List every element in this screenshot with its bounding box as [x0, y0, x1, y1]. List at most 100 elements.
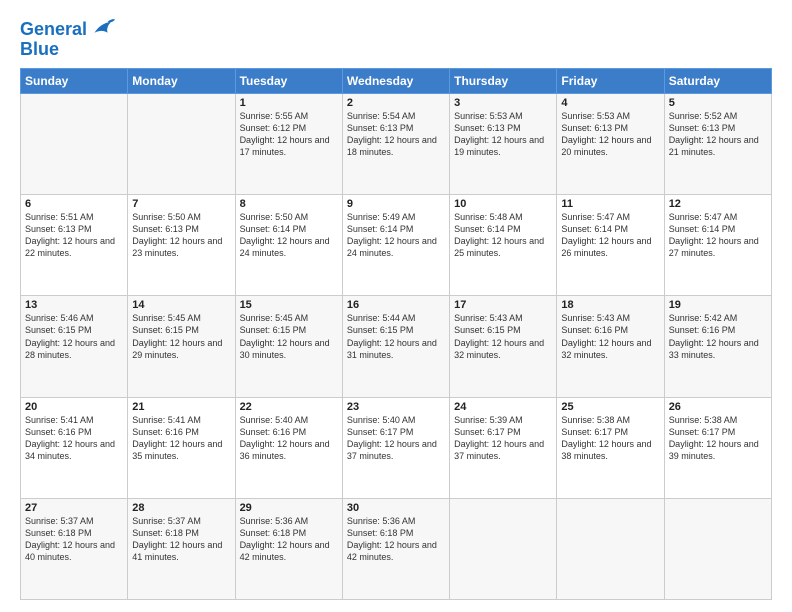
day-cell: 25Sunrise: 5:38 AM Sunset: 6:17 PM Dayli… — [557, 397, 664, 498]
day-cell: 17Sunrise: 5:43 AM Sunset: 6:15 PM Dayli… — [450, 296, 557, 397]
day-number: 15 — [240, 299, 338, 311]
day-cell: 6Sunrise: 5:51 AM Sunset: 6:13 PM Daylig… — [21, 195, 128, 296]
day-info: Sunrise: 5:52 AM Sunset: 6:13 PM Dayligh… — [669, 110, 767, 159]
day-cell: 24Sunrise: 5:39 AM Sunset: 6:17 PM Dayli… — [450, 397, 557, 498]
day-cell: 14Sunrise: 5:45 AM Sunset: 6:15 PM Dayli… — [128, 296, 235, 397]
day-info: Sunrise: 5:41 AM Sunset: 6:16 PM Dayligh… — [132, 414, 230, 463]
header-sunday: Sunday — [21, 68, 128, 93]
day-number: 22 — [240, 401, 338, 413]
day-number: 13 — [25, 299, 123, 311]
day-info: Sunrise: 5:43 AM Sunset: 6:15 PM Dayligh… — [454, 312, 552, 361]
day-number: 12 — [669, 198, 767, 210]
header-thursday: Thursday — [450, 68, 557, 93]
week-row-4: 27Sunrise: 5:37 AM Sunset: 6:18 PM Dayli… — [21, 498, 772, 599]
day-cell: 1Sunrise: 5:55 AM Sunset: 6:12 PM Daylig… — [235, 93, 342, 194]
day-number: 27 — [25, 502, 123, 514]
day-number: 11 — [561, 198, 659, 210]
day-info: Sunrise: 5:45 AM Sunset: 6:15 PM Dayligh… — [240, 312, 338, 361]
day-number: 16 — [347, 299, 445, 311]
day-info: Sunrise: 5:38 AM Sunset: 6:17 PM Dayligh… — [669, 414, 767, 463]
header-row: SundayMondayTuesdayWednesdayThursdayFrid… — [21, 68, 772, 93]
day-number: 5 — [669, 97, 767, 109]
day-number: 26 — [669, 401, 767, 413]
day-number: 6 — [25, 198, 123, 210]
day-info: Sunrise: 5:51 AM Sunset: 6:13 PM Dayligh… — [25, 211, 123, 260]
day-info: Sunrise: 5:55 AM Sunset: 6:12 PM Dayligh… — [240, 110, 338, 159]
week-row-3: 20Sunrise: 5:41 AM Sunset: 6:16 PM Dayli… — [21, 397, 772, 498]
day-number: 23 — [347, 401, 445, 413]
day-cell: 9Sunrise: 5:49 AM Sunset: 6:14 PM Daylig… — [342, 195, 449, 296]
day-number: 7 — [132, 198, 230, 210]
day-info: Sunrise: 5:43 AM Sunset: 6:16 PM Dayligh… — [561, 312, 659, 361]
day-cell — [557, 498, 664, 599]
day-cell: 28Sunrise: 5:37 AM Sunset: 6:18 PM Dayli… — [128, 498, 235, 599]
logo-text: General — [20, 20, 87, 40]
day-info: Sunrise: 5:49 AM Sunset: 6:14 PM Dayligh… — [347, 211, 445, 260]
logo: General Blue — [20, 16, 115, 60]
day-number: 2 — [347, 97, 445, 109]
week-row-2: 13Sunrise: 5:46 AM Sunset: 6:15 PM Dayli… — [21, 296, 772, 397]
day-info: Sunrise: 5:48 AM Sunset: 6:14 PM Dayligh… — [454, 211, 552, 260]
logo-blue-text: Blue — [20, 40, 59, 60]
day-cell: 22Sunrise: 5:40 AM Sunset: 6:16 PM Dayli… — [235, 397, 342, 498]
day-number: 28 — [132, 502, 230, 514]
day-cell: 29Sunrise: 5:36 AM Sunset: 6:18 PM Dayli… — [235, 498, 342, 599]
header-saturday: Saturday — [664, 68, 771, 93]
day-cell: 5Sunrise: 5:52 AM Sunset: 6:13 PM Daylig… — [664, 93, 771, 194]
day-info: Sunrise: 5:45 AM Sunset: 6:15 PM Dayligh… — [132, 312, 230, 361]
day-cell — [21, 93, 128, 194]
day-cell: 20Sunrise: 5:41 AM Sunset: 6:16 PM Dayli… — [21, 397, 128, 498]
day-cell: 4Sunrise: 5:53 AM Sunset: 6:13 PM Daylig… — [557, 93, 664, 194]
day-number: 4 — [561, 97, 659, 109]
day-cell: 18Sunrise: 5:43 AM Sunset: 6:16 PM Dayli… — [557, 296, 664, 397]
day-info: Sunrise: 5:40 AM Sunset: 6:16 PM Dayligh… — [240, 414, 338, 463]
day-number: 3 — [454, 97, 552, 109]
day-cell — [128, 93, 235, 194]
day-cell: 26Sunrise: 5:38 AM Sunset: 6:17 PM Dayli… — [664, 397, 771, 498]
day-info: Sunrise: 5:47 AM Sunset: 6:14 PM Dayligh… — [561, 211, 659, 260]
day-number: 9 — [347, 198, 445, 210]
day-cell: 27Sunrise: 5:37 AM Sunset: 6:18 PM Dayli… — [21, 498, 128, 599]
day-cell: 12Sunrise: 5:47 AM Sunset: 6:14 PM Dayli… — [664, 195, 771, 296]
day-cell: 16Sunrise: 5:44 AM Sunset: 6:15 PM Dayli… — [342, 296, 449, 397]
day-cell: 10Sunrise: 5:48 AM Sunset: 6:14 PM Dayli… — [450, 195, 557, 296]
day-info: Sunrise: 5:44 AM Sunset: 6:15 PM Dayligh… — [347, 312, 445, 361]
page: General Blue SundayMondayTuesdayWednesda… — [0, 0, 792, 612]
calendar-body: 1Sunrise: 5:55 AM Sunset: 6:12 PM Daylig… — [21, 93, 772, 599]
day-info: Sunrise: 5:39 AM Sunset: 6:17 PM Dayligh… — [454, 414, 552, 463]
day-info: Sunrise: 5:53 AM Sunset: 6:13 PM Dayligh… — [561, 110, 659, 159]
day-info: Sunrise: 5:38 AM Sunset: 6:17 PM Dayligh… — [561, 414, 659, 463]
day-info: Sunrise: 5:53 AM Sunset: 6:13 PM Dayligh… — [454, 110, 552, 159]
day-info: Sunrise: 5:41 AM Sunset: 6:16 PM Dayligh… — [25, 414, 123, 463]
day-info: Sunrise: 5:54 AM Sunset: 6:13 PM Dayligh… — [347, 110, 445, 159]
day-info: Sunrise: 5:36 AM Sunset: 6:18 PM Dayligh… — [240, 515, 338, 564]
day-info: Sunrise: 5:37 AM Sunset: 6:18 PM Dayligh… — [132, 515, 230, 564]
day-info: Sunrise: 5:46 AM Sunset: 6:15 PM Dayligh… — [25, 312, 123, 361]
day-cell — [664, 498, 771, 599]
day-number: 14 — [132, 299, 230, 311]
day-number: 24 — [454, 401, 552, 413]
header-monday: Monday — [128, 68, 235, 93]
day-cell: 8Sunrise: 5:50 AM Sunset: 6:14 PM Daylig… — [235, 195, 342, 296]
week-row-0: 1Sunrise: 5:55 AM Sunset: 6:12 PM Daylig… — [21, 93, 772, 194]
day-info: Sunrise: 5:50 AM Sunset: 6:14 PM Dayligh… — [240, 211, 338, 260]
day-cell: 30Sunrise: 5:36 AM Sunset: 6:18 PM Dayli… — [342, 498, 449, 599]
header-friday: Friday — [557, 68, 664, 93]
day-number: 8 — [240, 198, 338, 210]
day-info: Sunrise: 5:42 AM Sunset: 6:16 PM Dayligh… — [669, 312, 767, 361]
day-number: 30 — [347, 502, 445, 514]
day-number: 29 — [240, 502, 338, 514]
day-number: 17 — [454, 299, 552, 311]
day-cell: 3Sunrise: 5:53 AM Sunset: 6:13 PM Daylig… — [450, 93, 557, 194]
day-number: 19 — [669, 299, 767, 311]
day-number: 1 — [240, 97, 338, 109]
week-row-1: 6Sunrise: 5:51 AM Sunset: 6:13 PM Daylig… — [21, 195, 772, 296]
header: General Blue — [20, 16, 772, 60]
day-cell: 11Sunrise: 5:47 AM Sunset: 6:14 PM Dayli… — [557, 195, 664, 296]
calendar-header: SundayMondayTuesdayWednesdayThursdayFrid… — [21, 68, 772, 93]
day-info: Sunrise: 5:37 AM Sunset: 6:18 PM Dayligh… — [25, 515, 123, 564]
day-cell: 7Sunrise: 5:50 AM Sunset: 6:13 PM Daylig… — [128, 195, 235, 296]
day-info: Sunrise: 5:50 AM Sunset: 6:13 PM Dayligh… — [132, 211, 230, 260]
header-wednesday: Wednesday — [342, 68, 449, 93]
day-info: Sunrise: 5:47 AM Sunset: 6:14 PM Dayligh… — [669, 211, 767, 260]
